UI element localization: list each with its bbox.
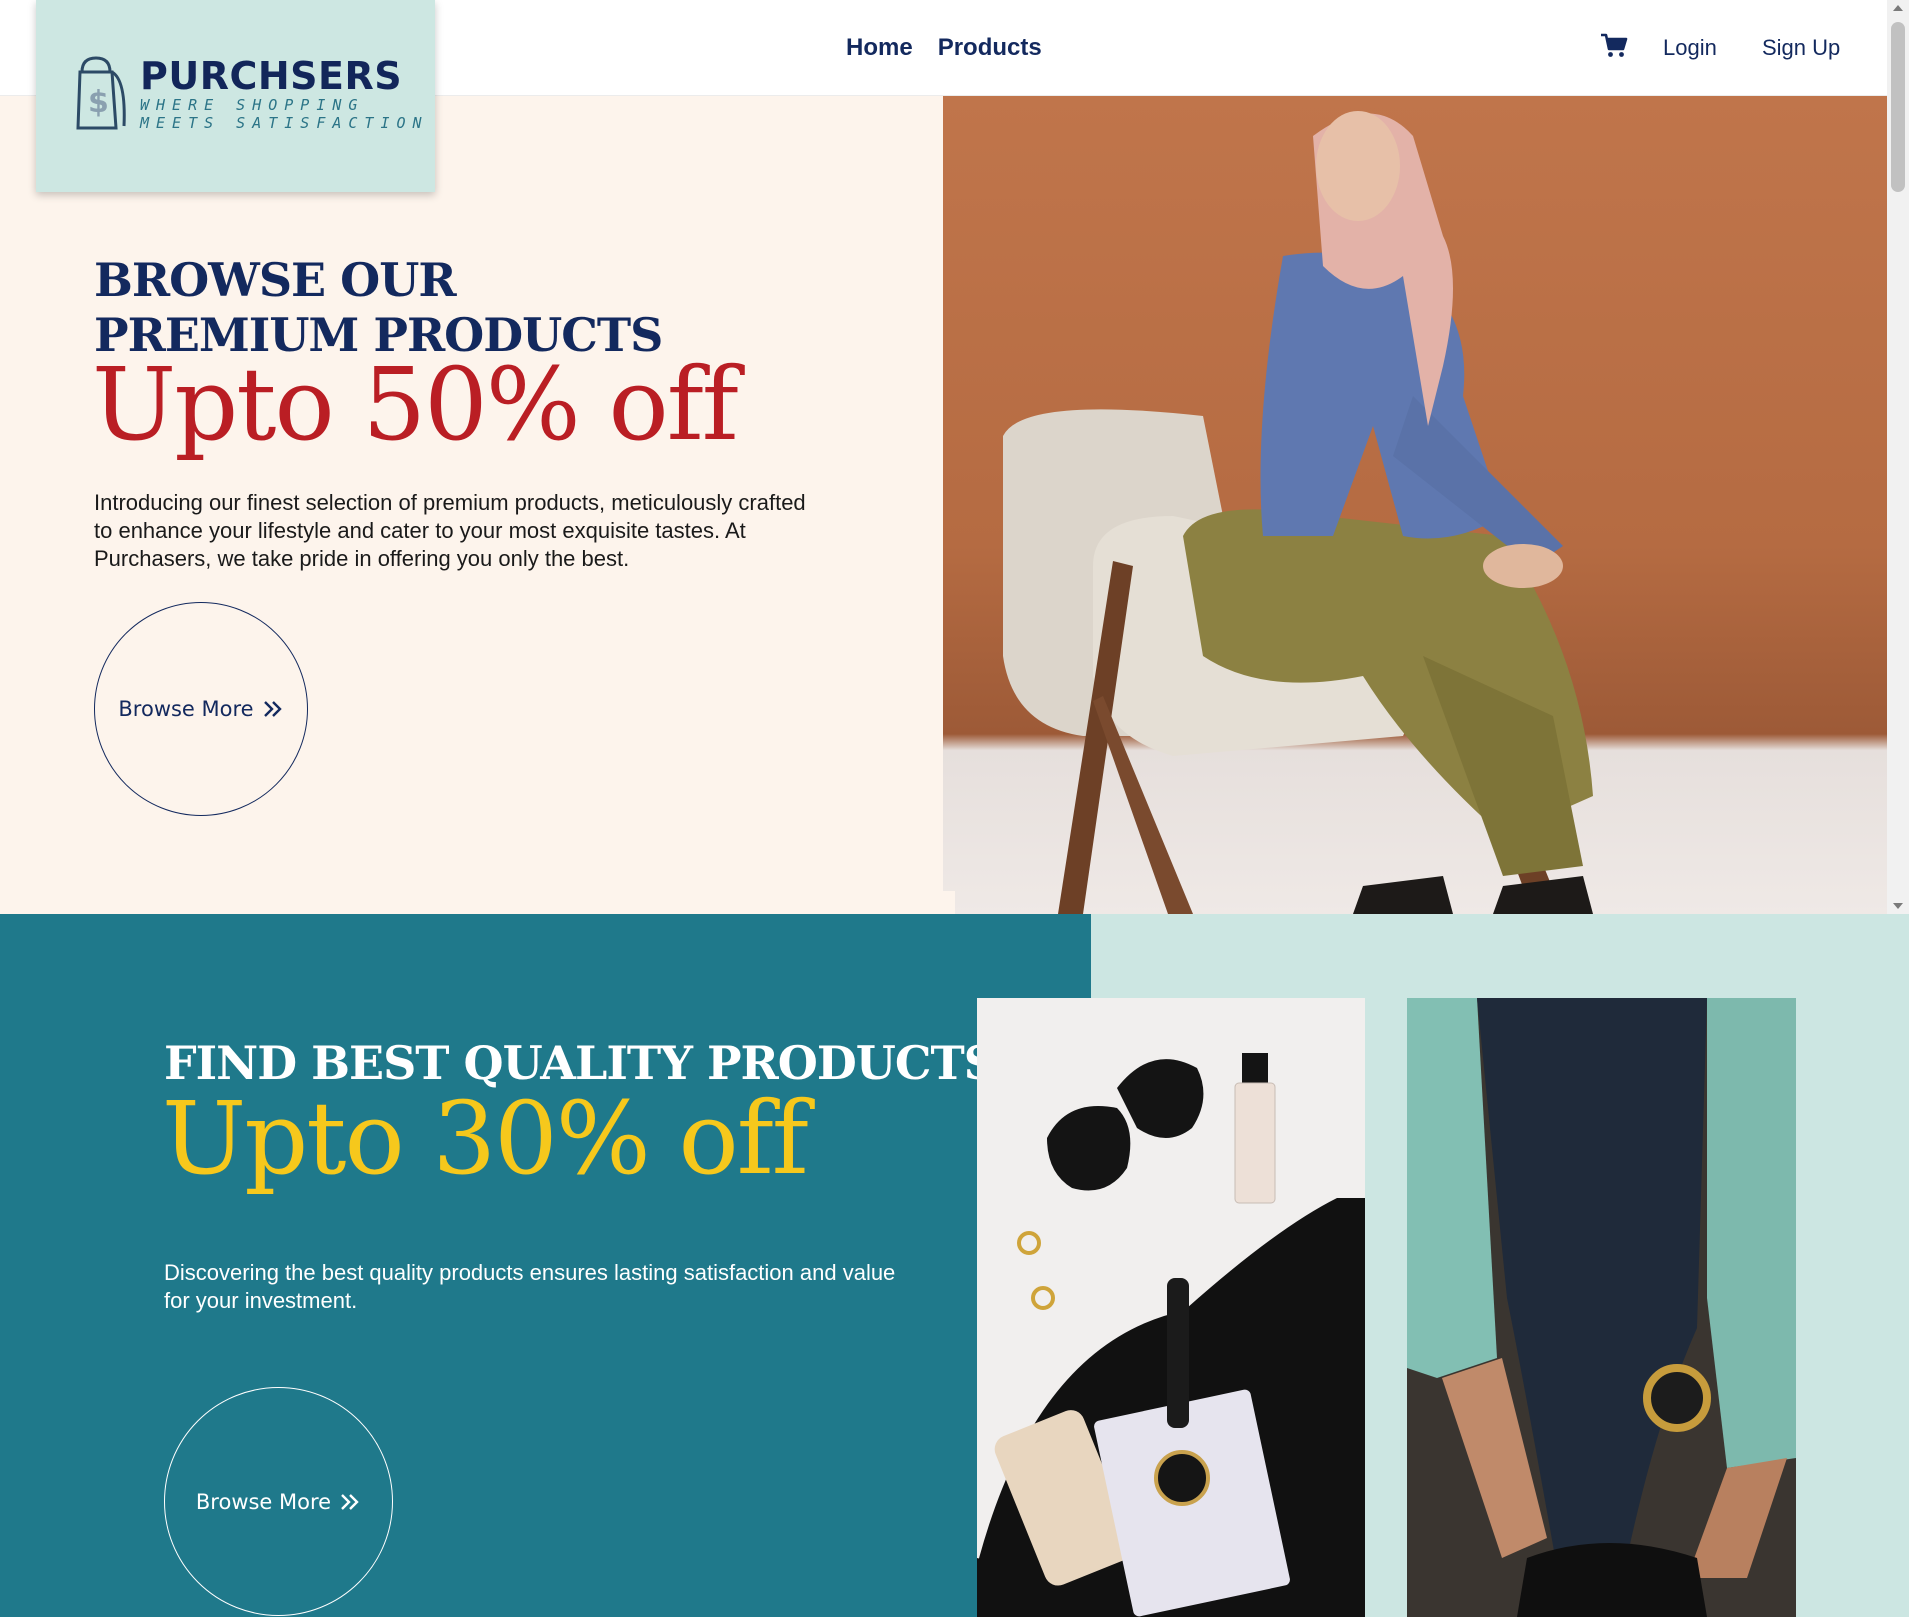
scroll-down-arrow-icon[interactable]	[1893, 903, 1903, 909]
double-chevron-right-icon	[263, 701, 282, 717]
brand-tagline-line2: MEETS SATISFACTION	[140, 114, 429, 132]
brand-logo[interactable]: $ PURCHSERS WHERE SHOPPING MEETS SATISFA…	[36, 0, 435, 192]
double-chevron-right-icon	[341, 1493, 359, 1510]
nav-home-link[interactable]: Home	[846, 34, 913, 62]
hero1-description: Introducing our finest selection of prem…	[94, 490, 806, 571]
scroll-thumb[interactable]	[1891, 22, 1905, 192]
shopping-bag-logo-icon: $	[76, 56, 126, 130]
main-nav: Home Products	[846, 34, 1042, 62]
hero2-description: Discovering the best quality products en…	[164, 1260, 896, 1313]
shopping-cart-icon[interactable]	[1600, 33, 1628, 59]
man-wearing-watch-photo	[1407, 998, 1796, 1617]
hero-quality-section: FIND BEST QUALITY PRODUCTS Upto 30% off …	[0, 914, 1909, 1617]
page-scrollbar[interactable]	[1887, 0, 1909, 914]
hero2-browse-more-button[interactable]: Browse More	[164, 1387, 393, 1616]
hero-premium-section: BROWSE OUR PREMIUM PRODUCTS Upto 50% off…	[0, 96, 1887, 914]
accessories-flatlay-photo	[977, 998, 1365, 1617]
hero1-browse-more-button[interactable]: Browse More	[94, 602, 308, 816]
photo-edge-strip	[943, 891, 955, 914]
signup-link[interactable]: Sign Up	[1762, 35, 1840, 61]
login-link[interactable]: Login	[1663, 35, 1717, 61]
brand-name: PURCHSERS	[140, 54, 403, 98]
hero1-model-photo	[943, 96, 1887, 914]
nav-products-link[interactable]: Products	[938, 34, 1042, 62]
svg-text:$: $	[88, 85, 109, 120]
hero1-discount: Upto 50% off	[92, 346, 739, 463]
hero2-button-label: Browse More	[195, 1489, 332, 1514]
scroll-up-arrow-icon[interactable]	[1893, 5, 1903, 11]
hero2-discount: Upto 30% off	[162, 1080, 809, 1197]
hero1-button-label: Browse More	[118, 697, 254, 721]
brand-tagline-line1: WHERE SHOPPING	[140, 96, 365, 114]
